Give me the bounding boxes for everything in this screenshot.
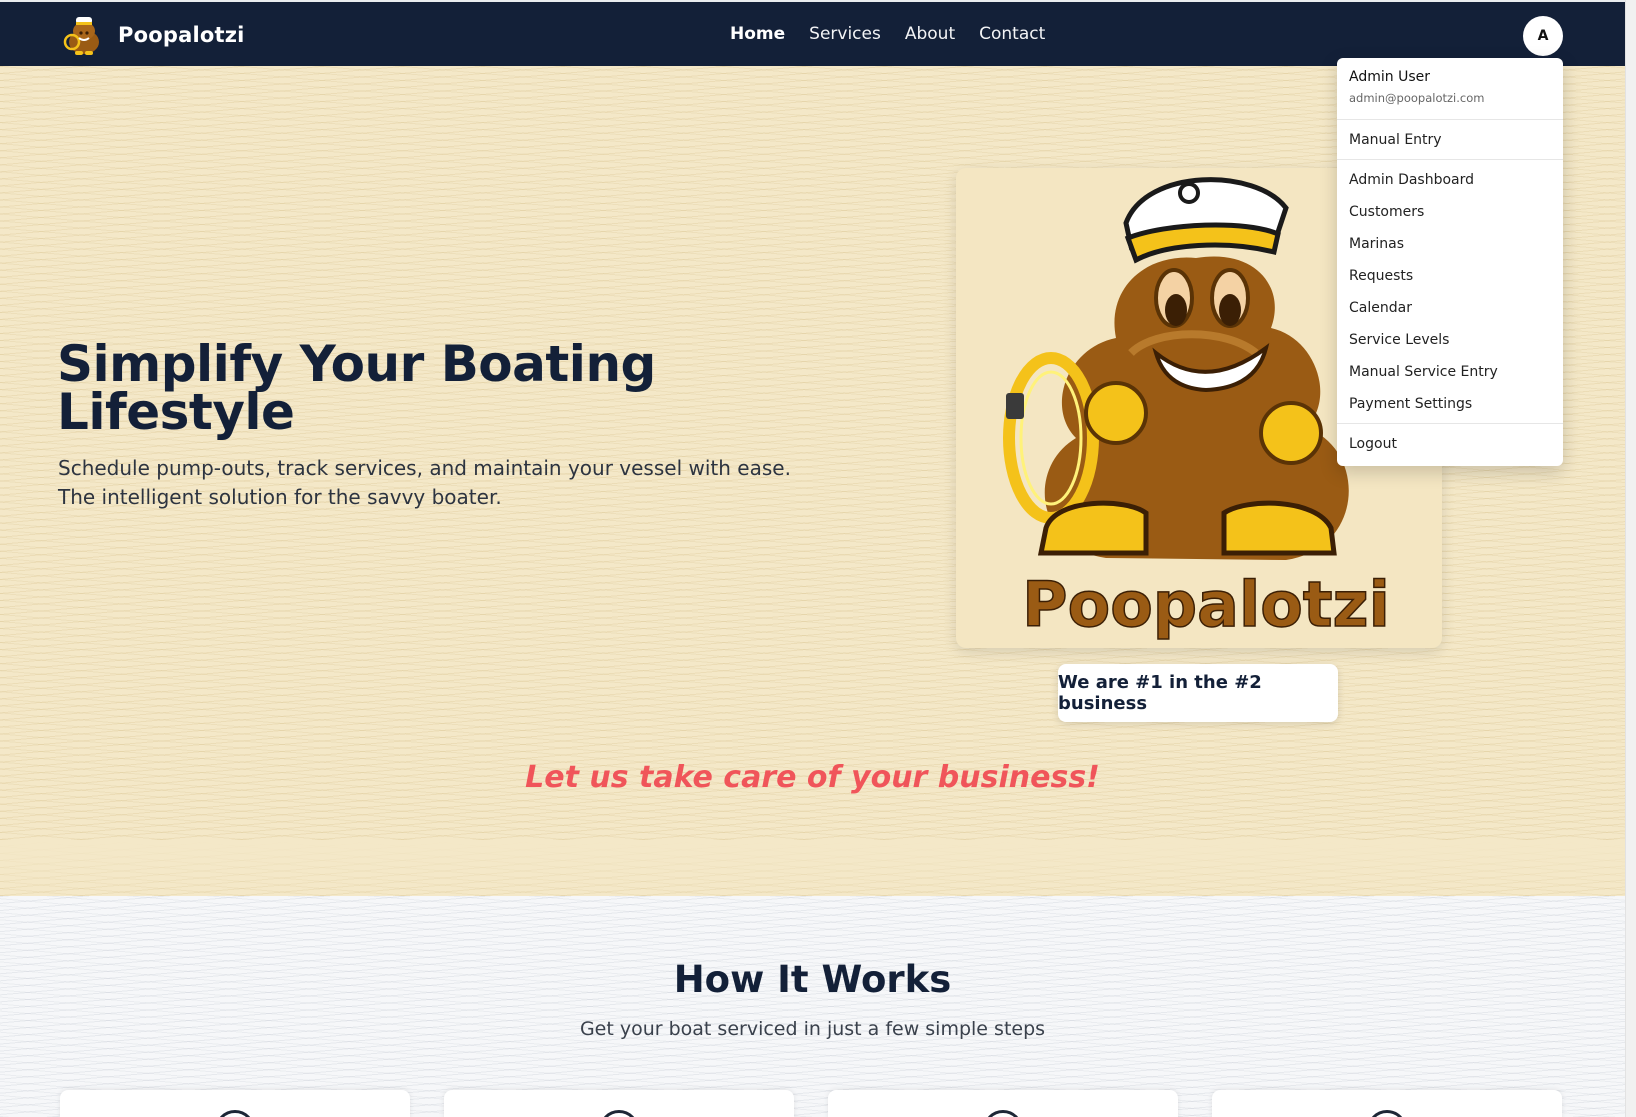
user-email: admin@poopalotzi.com <box>1349 91 1485 105</box>
step-icon <box>983 1110 1023 1117</box>
hero-callout: Let us take care of your business! <box>525 760 1100 795</box>
menu-item-manual-entry[interactable]: Manual Entry <box>1337 124 1563 156</box>
nav-link-home[interactable]: Home <box>730 24 785 44</box>
menu-item-service-levels[interactable]: Service Levels <box>1337 324 1563 356</box>
section-title: How It Works <box>673 958 952 1001</box>
user-menu-dropdown: Admin User admin@poopalotzi.com Manual E… <box>1337 58 1563 466</box>
user-info: Admin User admin@poopalotzi.com <box>1337 58 1563 120</box>
hero-subtitle: Schedule pump-outs, track services, and … <box>58 456 791 509</box>
menu-item-requests[interactable]: Requests <box>1337 260 1563 292</box>
hero-fade <box>0 840 1625 900</box>
how-it-works-section: How It Works Get your boat serviced in j… <box>0 896 1625 1117</box>
hero-title: Simplify Your Boating Lifestyle <box>57 335 656 441</box>
nav-link-contact[interactable]: Contact <box>979 24 1045 44</box>
menu-divider <box>1337 423 1563 424</box>
tagline-badge: We are #1 in the #2 business <box>1058 664 1338 722</box>
section-subtitle: Get your boat serviced in just a few sim… <box>579 1018 1046 1040</box>
top-navbar: Poopalotzi Home Services About Contact A <box>0 0 1625 66</box>
menu-item-calendar[interactable]: Calendar <box>1337 292 1563 324</box>
menu-item-admin-dashboard[interactable]: Admin Dashboard <box>1337 164 1563 196</box>
nav-link-services[interactable]: Services <box>809 24 881 44</box>
step-card <box>444 1090 794 1117</box>
brand-home-link[interactable]: Poopalotzi <box>62 10 245 60</box>
step-card <box>828 1090 1178 1117</box>
page-scrollbar[interactable] <box>1625 0 1636 1117</box>
poop-captain-mascot-icon <box>63 17 99 55</box>
menu-item-payment-settings[interactable]: Payment Settings <box>1337 388 1563 420</box>
user-name: Admin User <box>1349 69 1430 85</box>
user-avatar-button[interactable]: A <box>1523 16 1563 56</box>
menu-item-manual-service-entry[interactable]: Manual Service Entry <box>1337 356 1563 388</box>
mascot-wordmark: Poopalotzi <box>1022 568 1390 641</box>
menu-item-customers[interactable]: Customers <box>1337 196 1563 228</box>
brand-name: Poopalotzi <box>118 23 245 47</box>
menu-divider <box>1337 159 1563 160</box>
menu-item-marinas[interactable]: Marinas <box>1337 228 1563 260</box>
main-nav: Home Services About Contact <box>730 24 1069 44</box>
step-card <box>1212 1090 1562 1117</box>
step-icon <box>215 1110 255 1117</box>
step-card <box>60 1090 410 1117</box>
nav-link-about[interactable]: About <box>905 24 955 44</box>
step-icon <box>1367 1110 1407 1117</box>
menu-item-logout[interactable]: Logout <box>1337 428 1563 460</box>
step-icon <box>599 1110 639 1117</box>
